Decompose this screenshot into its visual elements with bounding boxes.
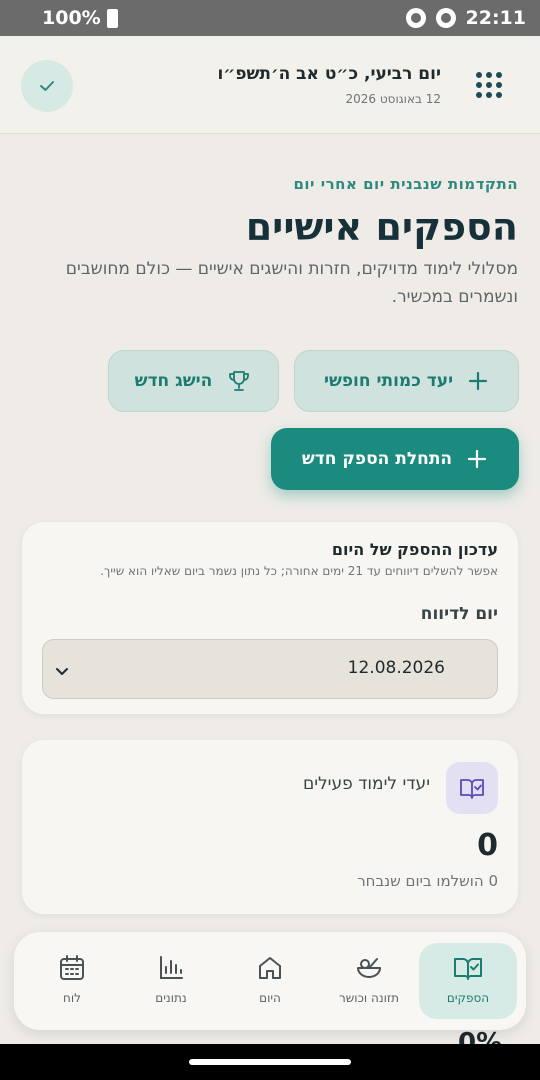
nav-item-today[interactable]: היום <box>221 943 319 1019</box>
clock: 22:11 <box>465 7 526 29</box>
nav-item-calendar[interactable]: לוח <box>23 943 121 1019</box>
home-gesture-pill[interactable] <box>189 1059 351 1065</box>
dot-icon <box>476 72 482 78</box>
new-achievement-button[interactable]: הישג חדש <box>108 350 279 412</box>
nav-label: נתונים <box>155 991 187 1005</box>
chevron-down-icon <box>56 668 68 675</box>
nav-label: היום <box>259 991 281 1005</box>
goals-completed: 0 הושלמו ביום שנבחר <box>357 872 498 890</box>
hebrew-date: יום רביעי, כ״ט אב ה׳תשפ״ו <box>217 64 441 84</box>
page-description: מסלולי לימוד מדויקים, חזרות והישגים אישי… <box>65 259 518 307</box>
check-button[interactable] <box>21 60 73 112</box>
nav-item-stats[interactable]: נתונים <box>122 943 220 1019</box>
free-goal-label: יעד כמותי חופשי <box>323 371 454 391</box>
report-date-select[interactable]: 12.08.2026 <box>42 639 498 699</box>
dot-icon <box>486 92 492 98</box>
start-new-label: התחלת הספק חדש <box>301 449 453 469</box>
battery-icon <box>106 8 118 28</box>
dot-icon <box>496 72 502 78</box>
nav-item-achievements[interactable]: הספקים <box>419 943 517 1019</box>
salad-icon <box>357 958 381 978</box>
calendar-icon <box>60 955 84 980</box>
new-achievement-label: הישג חדש <box>134 371 213 391</box>
daily-update-card: עדכון ההספק של היום אפשר להשלים דיווחים … <box>22 522 518 714</box>
plus-icon <box>468 449 487 469</box>
dot-icon <box>496 82 502 88</box>
page-title: הספקים אישיים <box>245 205 518 249</box>
battery-percent: 100% <box>42 7 101 29</box>
apps-menu-button[interactable] <box>476 72 502 98</box>
header-text: יום רביעי, כ״ט אב ה׳תשפ״ו 12 באוגוסט 202… <box>217 64 441 106</box>
plus-icon <box>468 371 488 391</box>
dot-icon <box>476 92 482 98</box>
bottom-nav: הספקים תזונה וכושר היום נתונים לוח <box>14 932 526 1030</box>
start-new-button[interactable]: התחלת הספק חדש <box>271 428 519 490</box>
dot-icon <box>486 82 492 88</box>
intro-section: התקדמות שנבנית יום אחרי יום הספקים אישיי… <box>40 175 518 311</box>
trophy-icon <box>229 371 250 391</box>
bar-chart-icon <box>160 956 183 979</box>
app-header: יום רביעי, כ״ט אב ה׳תשפ״ו 12 באוגוסט 202… <box>0 36 540 134</box>
status-bar: 100% 22:11 <box>0 0 540 36</box>
check-icon <box>40 81 54 91</box>
nav-label: לוח <box>63 991 81 1005</box>
report-day-label: יום לדיווח <box>420 604 498 624</box>
free-goal-button[interactable]: יעד כמותי חופשי <box>294 350 519 412</box>
eyebrow-text: התקדמות שנבנית יום אחרי יום <box>293 175 518 193</box>
card-title: עדכון ההספק של היום <box>331 540 498 559</box>
dot-icon <box>476 82 482 88</box>
notification-icon <box>435 8 456 28</box>
chrome-icon <box>405 8 426 28</box>
gregorian-date: 12 באוגוסט 2026 <box>345 92 441 106</box>
nav-label: תזונה וכושר <box>339 991 399 1005</box>
goals-badge <box>446 762 498 814</box>
home-icon <box>259 957 281 979</box>
nav-item-nutrition[interactable]: תזונה וכושר <box>320 943 418 1019</box>
goals-label: יעדי לימוד פעילים <box>302 774 430 794</box>
goals-count: 0 <box>477 828 498 863</box>
book-check-icon <box>454 958 482 980</box>
active-goals-card[interactable]: יעדי לימוד פעילים 0 0 הושלמו ביום שנבחר <box>22 740 518 914</box>
dot-icon <box>486 72 492 78</box>
book-check-icon <box>460 779 484 799</box>
date-value: 12.08.2026 <box>347 658 445 678</box>
dot-icon <box>496 92 502 98</box>
card-subtitle: אפשר להשלים דיווחים עד 21 ימים אחורה; כל… <box>100 564 498 578</box>
nav-label: הספקים <box>446 991 490 1005</box>
